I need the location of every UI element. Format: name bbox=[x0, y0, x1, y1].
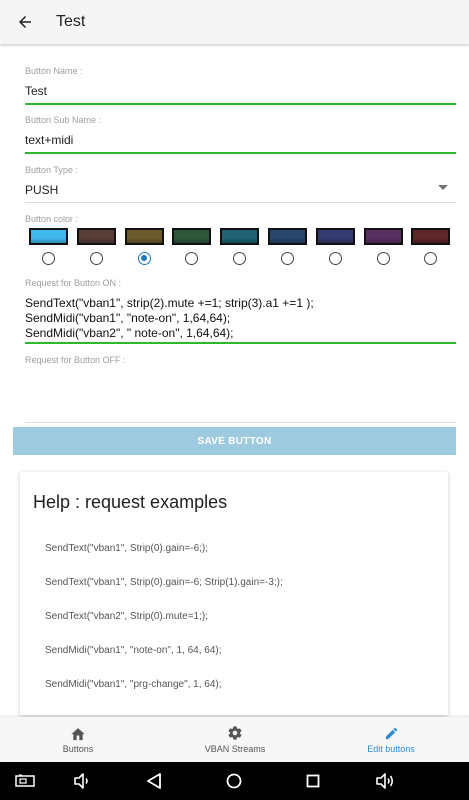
color-radio-button[interactable] bbox=[42, 252, 55, 265]
button-sub-name-field[interactable]: Button Sub Name : text+midi bbox=[25, 115, 456, 154]
nav-item-buttons[interactable]: Buttons bbox=[38, 717, 118, 762]
color-swatch[interactable] bbox=[172, 228, 212, 245]
color-swatch[interactable] bbox=[29, 228, 68, 245]
color-radio-button[interactable] bbox=[185, 252, 199, 265]
color-swatch[interactable] bbox=[124, 228, 164, 245]
request-off-label: Request for Button OFF : bbox=[25, 355, 126, 365]
nav-label-buttons: Buttons bbox=[62, 743, 94, 754]
request-on-label: Request for Button ON : bbox=[25, 278, 122, 288]
color-swatch[interactable] bbox=[76, 228, 116, 245]
pencil-icon bbox=[385, 727, 397, 739]
nav-label-edit-buttons: Edit buttons bbox=[367, 743, 415, 754]
color-swatch[interactable] bbox=[315, 228, 355, 245]
color-swatch[interactable] bbox=[268, 228, 307, 245]
nav-item-edit-buttons[interactable]: Edit buttons bbox=[349, 717, 433, 762]
back-triangle-icon[interactable] bbox=[143, 770, 165, 792]
button-sub-name-underline bbox=[25, 152, 456, 154]
button-name-field[interactable]: Button Name : Test bbox=[25, 66, 456, 105]
color-radio-button[interactable] bbox=[137, 252, 151, 265]
gear-icon bbox=[228, 726, 242, 740]
recents-square-icon[interactable] bbox=[302, 770, 324, 792]
button-type-select[interactable]: PUSH bbox=[25, 183, 456, 197]
request-off-textarea[interactable] bbox=[25, 373, 456, 418]
request-off-underline bbox=[25, 422, 456, 423]
help-title: Help : request examples bbox=[33, 492, 228, 512]
button-name-input[interactable]: Test bbox=[25, 84, 456, 98]
button-color-field: Button color : bbox=[25, 214, 456, 224]
help-example: SendText("vban1", Strip(0).gain=-6;); bbox=[45, 543, 209, 554]
help-example: SendText("vban1", Strip(0).gain=-6; Stri… bbox=[45, 577, 283, 588]
app-bar: Test bbox=[0, 0, 469, 44]
color-radio-button[interactable] bbox=[376, 252, 390, 265]
save-button[interactable]: SAVE BUTTON bbox=[13, 427, 456, 455]
bottom-navigation: Buttons VBAN Streams Edit buttons bbox=[0, 717, 469, 762]
color-swatch[interactable] bbox=[411, 228, 451, 245]
request-on-line: SendText("vban1", strip(2).mute +=1; str… bbox=[25, 296, 314, 310]
dropdown-arrow-icon[interactable] bbox=[438, 185, 448, 191]
help-example: SendMidi("vban1", "prg-change", 1, 64); bbox=[45, 679, 222, 690]
nav-item-vban-streams[interactable]: VBAN Streams bbox=[189, 717, 281, 762]
color-radio-button[interactable] bbox=[89, 252, 103, 265]
request-on-line: SendMidi("vban2", " note-on", 1,64,64); bbox=[25, 326, 234, 340]
help-example: SendMidi("vban1", "note-on", 1, 64, 64); bbox=[45, 645, 222, 656]
volume-up-icon[interactable] bbox=[374, 770, 396, 792]
volume-down-icon[interactable] bbox=[71, 770, 93, 792]
color-radio-button[interactable] bbox=[281, 252, 294, 265]
home-icon bbox=[71, 727, 85, 740]
home-circle-icon[interactable] bbox=[223, 770, 245, 792]
request-on-line: SendMidi("vban1", "note-on", 1,64,64); bbox=[25, 311, 231, 325]
button-type-label: Button Type : bbox=[25, 165, 78, 175]
color-radio-button[interactable] bbox=[424, 252, 438, 265]
color-swatch[interactable] bbox=[220, 228, 260, 245]
back-button[interactable] bbox=[0, 0, 50, 44]
button-color-label: Button color : bbox=[25, 214, 79, 224]
button-sub-name-label: Button Sub Name : bbox=[25, 115, 102, 125]
help-card: Help : request examples SendText("vban1"… bbox=[20, 472, 448, 715]
button-name-label: Button Name : bbox=[25, 66, 83, 76]
color-swatch[interactable] bbox=[363, 228, 403, 245]
page-title: Test bbox=[56, 13, 86, 30]
color-radio-button[interactable] bbox=[233, 252, 247, 265]
arrow-left-icon bbox=[19, 16, 31, 28]
request-on-field[interactable]: Request for Button ON : SendText("vban1"… bbox=[25, 278, 456, 344]
color-radio-button[interactable] bbox=[328, 252, 342, 265]
request-off-field[interactable]: Request for Button OFF : bbox=[25, 355, 456, 423]
nav-label-vban-streams: VBAN Streams bbox=[204, 744, 266, 754]
screenshot-icon[interactable] bbox=[14, 770, 36, 792]
system-navigation-bar bbox=[0, 762, 469, 800]
request-on-textarea[interactable]: SendText("vban1", strip(2).mute +=1; str… bbox=[25, 296, 456, 341]
button-sub-name-input[interactable]: text+midi bbox=[25, 133, 456, 147]
button-type-field[interactable]: Button Type : PUSH bbox=[25, 165, 456, 203]
button-name-underline bbox=[25, 103, 456, 105]
button-type-underline bbox=[25, 202, 456, 203]
help-example: SendText("vban2", Strip(0).mute=1;); bbox=[45, 611, 209, 622]
request-on-underline bbox=[25, 342, 456, 344]
